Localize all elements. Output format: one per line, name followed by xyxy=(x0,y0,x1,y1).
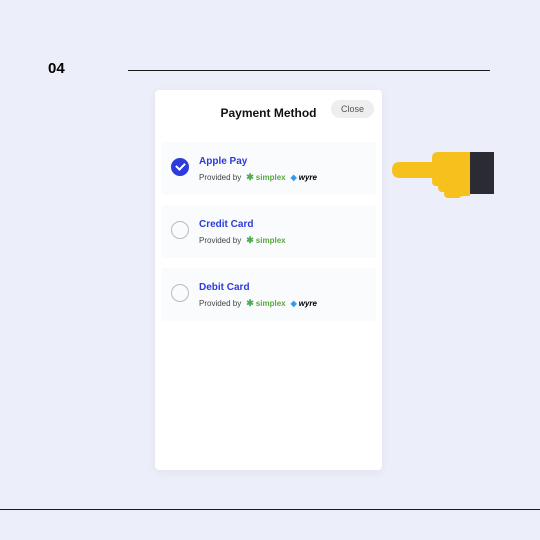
provided-label: Provided by xyxy=(199,236,241,245)
provider-simplex-icon: simplex xyxy=(246,235,285,246)
option-debit-card[interactable]: Debit Card Provided by simplex wyre xyxy=(161,268,376,321)
pointing-hand-icon xyxy=(378,138,498,208)
option-apple-pay[interactable]: Apple Pay Provided by simplex wyre xyxy=(161,142,376,195)
modal-header: Payment Method Close xyxy=(161,100,376,126)
radio-unselected-icon xyxy=(171,284,189,302)
provided-row: Provided by simplex wyre xyxy=(199,298,366,309)
option-title: Credit Card xyxy=(199,219,366,230)
provider-simplex-icon: simplex xyxy=(246,298,285,309)
provider-wyre-icon: wyre xyxy=(291,299,317,308)
option-body: Debit Card Provided by simplex wyre xyxy=(199,282,366,309)
option-body: Credit Card Provided by simplex xyxy=(199,219,366,246)
modal-title: Payment Method xyxy=(220,106,316,120)
radio-selected-icon xyxy=(171,158,189,176)
option-title: Debit Card xyxy=(199,282,366,293)
provided-label: Provided by xyxy=(199,173,241,182)
option-title: Apple Pay xyxy=(199,156,366,167)
close-button[interactable]: Close xyxy=(331,100,374,118)
option-credit-card[interactable]: Credit Card Provided by simplex xyxy=(161,205,376,258)
divider-top xyxy=(128,70,490,71)
provided-row: Provided by simplex xyxy=(199,235,366,246)
option-body: Apple Pay Provided by simplex wyre xyxy=(199,156,366,183)
provided-row: Provided by simplex wyre xyxy=(199,172,366,183)
provided-label: Provided by xyxy=(199,299,241,308)
radio-unselected-icon xyxy=(171,221,189,239)
payment-modal: Payment Method Close Apple Pay Provided … xyxy=(155,90,382,470)
divider-bottom xyxy=(0,509,540,510)
provider-simplex-icon: simplex xyxy=(246,172,285,183)
provider-wyre-icon: wyre xyxy=(291,173,317,182)
step-number: 04 xyxy=(48,60,65,77)
